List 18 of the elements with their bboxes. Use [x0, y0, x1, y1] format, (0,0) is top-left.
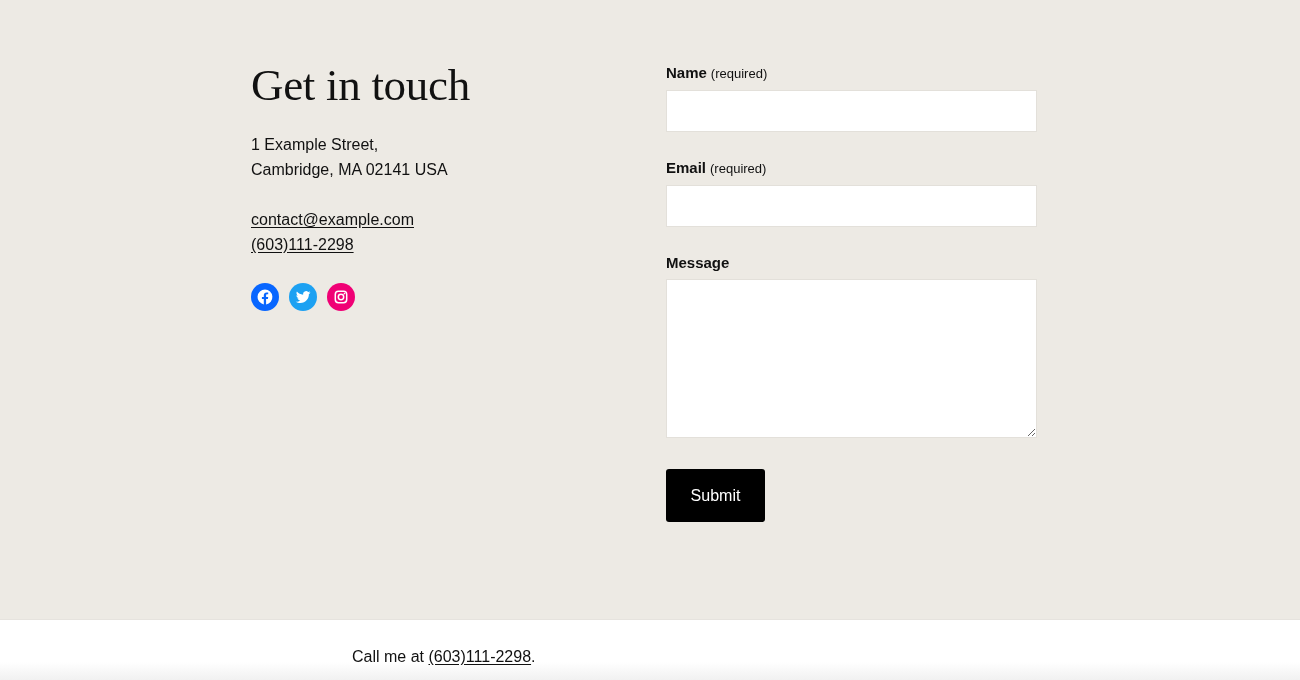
address-line: 1 Example Street,: [251, 135, 379, 155]
contact-heading: Get in touch: [251, 62, 470, 108]
field-label: Message: [666, 254, 730, 272]
field-label: Email: [666, 159, 707, 177]
required-note: (required): [710, 65, 768, 83]
footer-text: Call me at (603)111-2298.: [352, 647, 536, 667]
text-input-field[interactable]: [666, 90, 1037, 132]
message-textarea-field[interactable]: [666, 279, 1037, 438]
address-line: Cambridge, MA 02141 USA: [251, 160, 448, 180]
facebook-icon[interactable]: [251, 283, 279, 311]
required-note: (required): [710, 160, 767, 178]
twitter-icon[interactable]: [289, 283, 317, 311]
instagram-icon[interactable]: [327, 283, 355, 311]
text-input-field[interactable]: [666, 185, 1037, 227]
submit-button[interactable]: Submit: [666, 469, 765, 522]
contact-link[interactable]: contact@example.com: [251, 211, 414, 228]
field-label: Name: [666, 64, 707, 82]
contact-link[interactable]: (603)111-2298: [251, 236, 354, 253]
